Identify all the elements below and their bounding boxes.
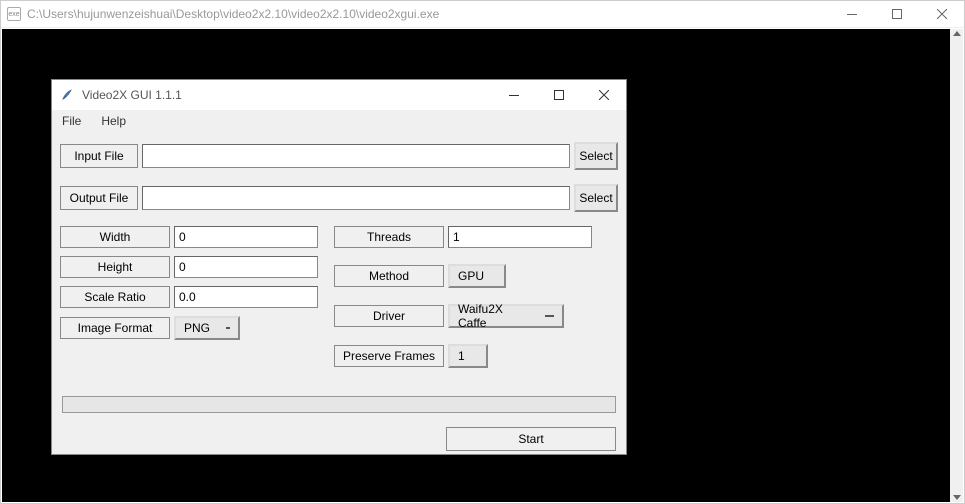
image-format-label[interactable]: Image Format bbox=[60, 317, 170, 339]
outer-titlebar: exe C:\Users\hujunwenzeishuai\Desktop\vi… bbox=[1, 1, 964, 28]
outer-window-title: C:\Users\hujunwenzeishuai\Desktop\video2… bbox=[27, 7, 439, 21]
inner-window-title: Video2X GUI 1.1.1 bbox=[82, 88, 182, 102]
method-dropdown[interactable]: GPU bbox=[448, 264, 506, 288]
image-format-dropdown[interactable]: PNG bbox=[174, 316, 240, 340]
preserve-frames-value: 1 bbox=[458, 349, 465, 363]
tk-feather-icon bbox=[60, 88, 74, 102]
width-label[interactable]: Width bbox=[60, 226, 170, 248]
scale-ratio-label[interactable]: Scale Ratio bbox=[60, 286, 170, 308]
height-label[interactable]: Height bbox=[60, 256, 170, 278]
menu-bar: File Help bbox=[52, 110, 626, 132]
scroll-up-arrow-icon[interactable] bbox=[953, 31, 961, 36]
inner-minimize-button[interactable] bbox=[491, 80, 536, 110]
outer-close-button[interactable] bbox=[919, 1, 964, 28]
scroll-down-arrow-icon[interactable] bbox=[953, 495, 961, 500]
scale-ratio-input[interactable] bbox=[174, 286, 318, 308]
exe-icon: exe bbox=[7, 7, 21, 21]
outer-maximize-button[interactable] bbox=[874, 1, 919, 28]
preserve-frames-label[interactable]: Preserve Frames bbox=[334, 345, 444, 367]
console-client-area: Video2X GUI 1.1.1 File Help Input File S… bbox=[2, 29, 950, 502]
height-input[interactable] bbox=[174, 256, 318, 278]
inner-close-button[interactable] bbox=[581, 80, 626, 110]
input-file-label[interactable]: Input File bbox=[60, 144, 138, 168]
output-file-label[interactable]: Output File bbox=[60, 186, 138, 210]
method-label[interactable]: Method bbox=[334, 265, 444, 287]
output-file-field[interactable] bbox=[142, 186, 570, 210]
inner-maximize-button[interactable] bbox=[536, 80, 581, 110]
preserve-frames-dropdown[interactable]: 1 bbox=[448, 344, 488, 368]
start-button[interactable]: Start bbox=[446, 427, 616, 451]
dropdown-indicator-icon bbox=[226, 327, 230, 329]
input-select-button[interactable]: Select bbox=[574, 142, 618, 170]
menu-file[interactable]: File bbox=[58, 112, 85, 130]
input-file-field[interactable] bbox=[142, 144, 570, 168]
driver-value: Waifu2X Caffe bbox=[458, 302, 529, 330]
inner-titlebar: Video2X GUI 1.1.1 bbox=[52, 80, 626, 110]
outer-minimize-button[interactable] bbox=[829, 1, 874, 28]
width-input[interactable] bbox=[174, 226, 318, 248]
menu-help[interactable]: Help bbox=[97, 112, 130, 130]
threads-label[interactable]: Threads bbox=[334, 226, 444, 248]
outer-console-window: exe C:\Users\hujunwenzeishuai\Desktop\vi… bbox=[0, 0, 965, 504]
output-select-button[interactable]: Select bbox=[574, 184, 618, 212]
vertical-scrollbar[interactable] bbox=[950, 29, 963, 502]
driver-label[interactable]: Driver bbox=[334, 305, 444, 327]
method-value: GPU bbox=[458, 269, 484, 283]
dropdown-indicator-icon bbox=[545, 315, 554, 317]
threads-input[interactable] bbox=[448, 226, 592, 248]
progress-bar bbox=[62, 396, 616, 413]
video2x-gui-window: Video2X GUI 1.1.1 File Help Input File S… bbox=[51, 79, 627, 455]
image-format-value: PNG bbox=[184, 321, 210, 335]
driver-dropdown[interactable]: Waifu2X Caffe bbox=[448, 304, 564, 328]
